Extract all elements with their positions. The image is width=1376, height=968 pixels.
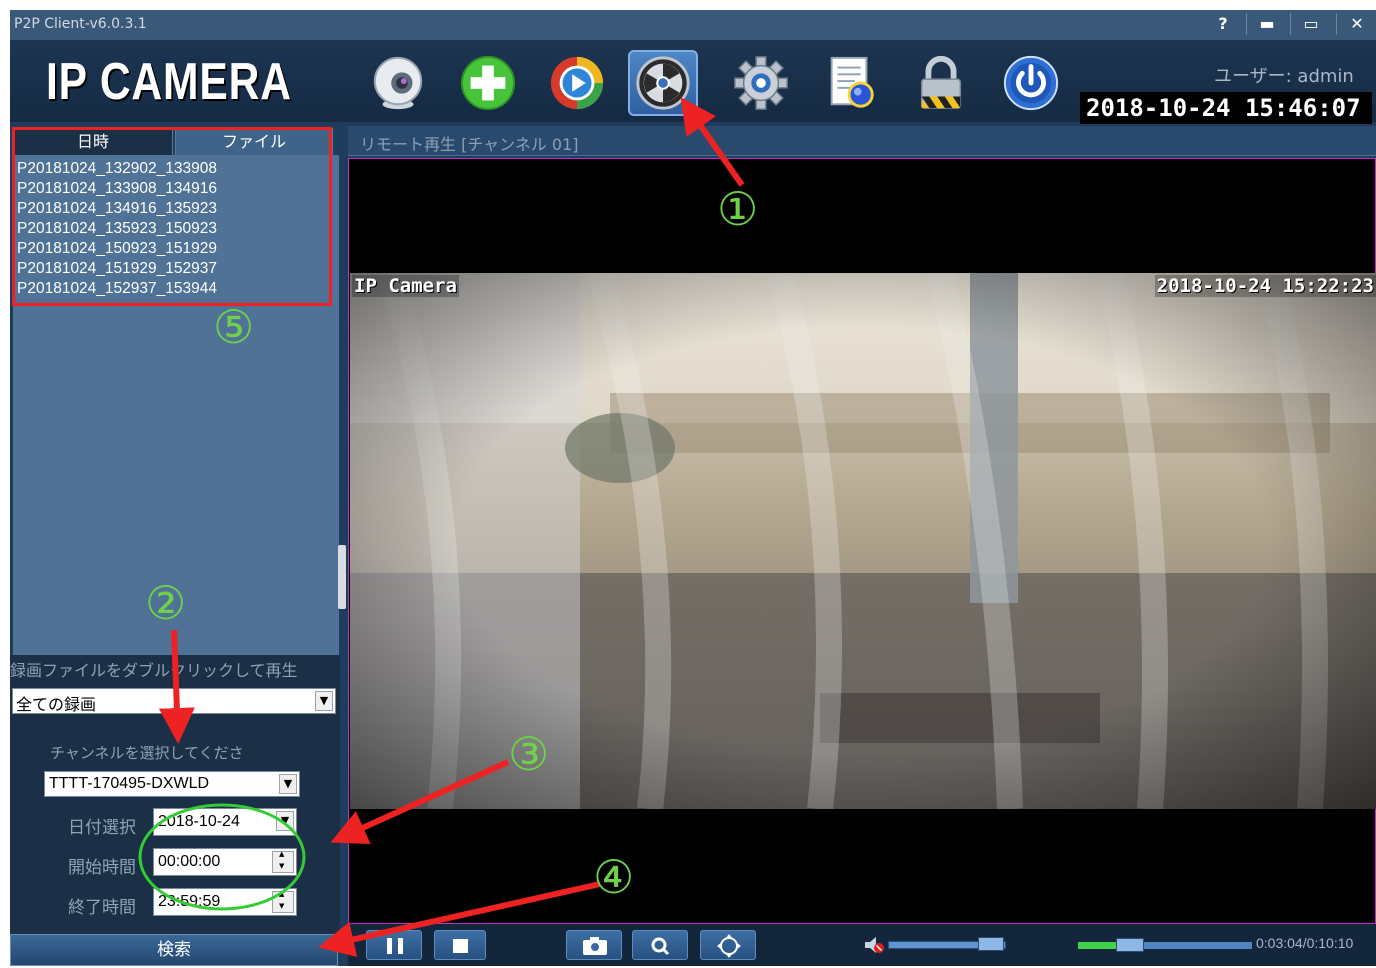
- video-header: リモート再生 [チャンネル 01]: [348, 126, 1376, 156]
- live-play-button[interactable]: [542, 50, 612, 116]
- remote-playback-button[interactable]: [628, 50, 698, 116]
- minimize-button[interactable]: ▬: [1250, 12, 1284, 36]
- speaker-muted-icon[interactable]: [862, 934, 886, 956]
- list-item[interactable]: P20181024_152937_153944: [17, 280, 217, 298]
- playback-reel-icon: [636, 56, 690, 110]
- snapshot-button[interactable]: [566, 930, 622, 960]
- list-item[interactable]: P20181024_151929_152937: [17, 260, 217, 278]
- recording-file-list: P20181024_132902_133908 P20181024_133908…: [13, 155, 339, 655]
- list-item[interactable]: P20181024_134916_135923: [17, 200, 217, 218]
- datetime-display: 2018-10-24 15:46:07: [1080, 92, 1372, 124]
- lock-icon: [920, 55, 962, 109]
- playback-controls: 0:03:04/0:10:10: [348, 924, 1376, 966]
- fullscreen-button[interactable]: [700, 930, 756, 960]
- stop-icon: [453, 939, 468, 953]
- pause-button[interactable]: [366, 930, 422, 960]
- app-logo: IP CAMERA: [46, 53, 292, 111]
- add-device-icon: [460, 55, 516, 111]
- channel-value: TTTT-170495-DXWLD: [49, 775, 210, 792]
- move-arrows-icon: [717, 934, 741, 958]
- panel-splitter[interactable]: [338, 545, 346, 609]
- list-item[interactable]: P20181024_135923_150923: [17, 220, 217, 238]
- power-button[interactable]: [996, 50, 1066, 116]
- camera-icon: [583, 937, 607, 955]
- chevron-down-icon[interactable]: ▼: [315, 691, 333, 711]
- date-label: 日付選択: [68, 818, 136, 838]
- chevron-down-icon[interactable]: ▼: [276, 811, 294, 831]
- stop-button[interactable]: [434, 930, 486, 960]
- date-picker[interactable]: 2018-10-24 ▼: [153, 808, 297, 836]
- window-title: P2P Client-v6.0.3.1: [14, 16, 147, 32]
- start-time-value: 00:00:00: [158, 853, 221, 870]
- settings-gear-icon: [734, 56, 788, 110]
- osd-timestamp: 2018-10-24 15:22:23: [1154, 275, 1376, 297]
- channel-label: チャンネルを選択してくださ: [50, 744, 244, 762]
- tab-datetime[interactable]: 日時: [13, 128, 173, 156]
- main-toolbar: IP CAMERA ユーザー: admin 2018-10-24 15:46:0…: [10, 40, 1376, 124]
- end-time-label: 終了時間: [68, 898, 136, 918]
- record-type-value: 全ての録画: [16, 695, 97, 714]
- close-button[interactable]: ✕: [1340, 12, 1374, 36]
- power-icon: [1003, 55, 1059, 111]
- pause-icon: [387, 938, 403, 954]
- settings-button[interactable]: [726, 50, 796, 116]
- time-spinner[interactable]: [272, 890, 294, 913]
- channel-title: リモート再生 [チャンネル 01]: [360, 135, 579, 154]
- list-item[interactable]: P20181024_132902_133908: [17, 160, 217, 178]
- add-device-button[interactable]: [453, 50, 523, 116]
- separator: [1336, 13, 1337, 35]
- zoom-button[interactable]: [632, 930, 688, 960]
- webcam-icon: [373, 56, 423, 110]
- separator: [1290, 13, 1291, 35]
- log-document-icon: [830, 56, 874, 108]
- record-type-select[interactable]: 全ての録画 ▼: [12, 688, 336, 714]
- user-label: ユーザー: admin: [1214, 66, 1354, 87]
- search-button[interactable]: 検索: [10, 934, 338, 966]
- start-time-label: 開始時間: [68, 858, 136, 878]
- file-tabs: 日時 ファイル: [13, 128, 333, 156]
- start-time-field[interactable]: 00:00:00: [153, 848, 297, 876]
- list-item[interactable]: P20181024_133908_134916: [17, 180, 217, 198]
- help-button[interactable]: ?: [1206, 12, 1240, 36]
- channel-select[interactable]: TTTT-170495-DXWLD ▼: [44, 771, 300, 797]
- video-frame[interactable]: IP Camera 2018-10-24 15:22:23: [348, 158, 1376, 924]
- tab-file[interactable]: ファイル: [175, 128, 333, 156]
- volume-handle[interactable]: [978, 937, 1004, 951]
- live-view-button[interactable]: [363, 50, 433, 116]
- separator: [1246, 13, 1247, 35]
- playback-time: 0:03:04/0:10:10: [1256, 935, 1354, 951]
- playback-hint: 録画ファイルをダブルクリックして再生: [10, 661, 298, 680]
- end-time-field[interactable]: 23:59:59: [153, 888, 297, 916]
- app-window: P2P Client-v6.0.3.1 ? ▬ ▭ ✕ IP CAMERA ユー…: [10, 10, 1376, 966]
- title-bar: P2P Client-v6.0.3.1 ? ▬ ▭ ✕: [10, 10, 1376, 40]
- end-time-value: 23:59:59: [158, 893, 221, 910]
- maximize-button[interactable]: ▭: [1294, 12, 1328, 36]
- date-value: 2018-10-24: [158, 813, 240, 830]
- list-item[interactable]: P20181024_150923_151929: [17, 240, 217, 258]
- live-play-icon: [550, 56, 604, 110]
- time-spinner[interactable]: [272, 850, 294, 873]
- camera-image: [350, 273, 1376, 809]
- camera-feed: IP Camera 2018-10-24 15:22:23: [350, 273, 1376, 809]
- zoom-icon: [651, 937, 670, 956]
- chevron-down-icon[interactable]: ▼: [279, 774, 297, 794]
- log-button[interactable]: [816, 50, 886, 116]
- search-panel: 録画ファイルをダブルクリックして再生 全ての録画 ▼ チャンネルを選択してくださ…: [10, 655, 340, 937]
- osd-camera-name: IP Camera: [352, 275, 459, 297]
- progress-handle[interactable]: [1116, 938, 1145, 952]
- lock-button[interactable]: [906, 50, 976, 116]
